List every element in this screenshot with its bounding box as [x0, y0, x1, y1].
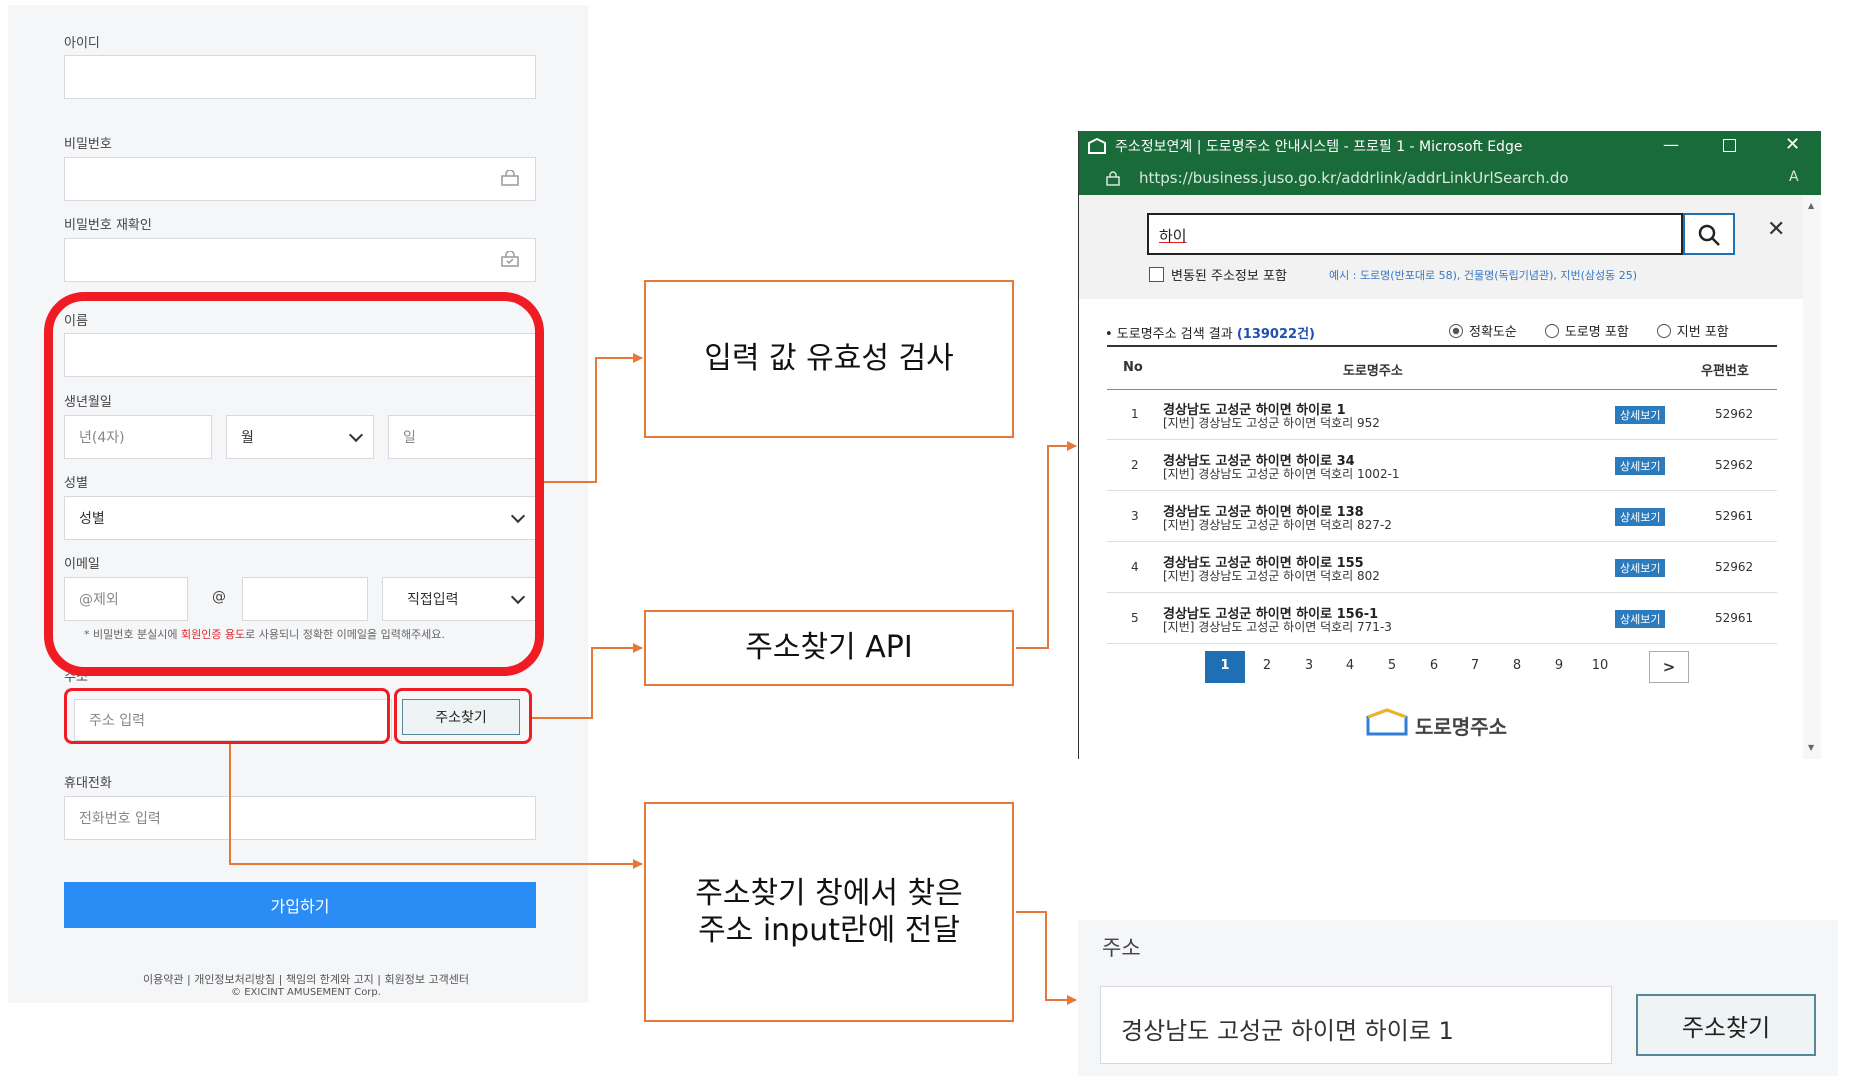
page-3[interactable]: 3: [1289, 658, 1329, 673]
detail-button[interactable]: 상세보기: [1615, 406, 1666, 424]
popup-urlbar: https://business.juso.go.kr/addrlink/add…: [1079, 161, 1821, 195]
result-table-header: No 도로명주소 우편번호: [1107, 345, 1777, 390]
arrow-transfer: [229, 744, 643, 869]
search-input-value: 하이: [1159, 227, 1187, 245]
sort-accuracy-option[interactable]: 정확도순: [1449, 321, 1517, 340]
detail-button[interactable]: 상세보기: [1615, 610, 1666, 628]
page-2[interactable]: 2: [1247, 658, 1287, 673]
row-no: 3: [1131, 509, 1139, 523]
col-no: No: [1123, 360, 1143, 375]
table-row[interactable]: 5 경상남도 고성군 하이면 하이로 156-1 [지번] 경상남도 고성군 하…: [1107, 593, 1777, 644]
radio-icon: [1544, 324, 1559, 338]
popup-title: 주소정보연계 | 도로명주소 안내시스템 - 프로필 1 - Microsoft…: [1115, 139, 1523, 155]
table-row[interactable]: 3 경상남도 고성군 하이면 하이로 138 [지번] 경상남도 고성군 하이면…: [1107, 491, 1777, 542]
result-address-search-button[interactable]: 주소찾기: [1636, 994, 1816, 1056]
read-aloud-icon[interactable]: A: [1789, 169, 1799, 185]
page-10[interactable]: 10: [1580, 658, 1620, 673]
row-jibun-address: [지번] 경상남도 고성군 하이면 덕호리 802: [1163, 569, 1380, 583]
row-no: 5: [1131, 611, 1139, 625]
row-zipcode: 52961: [1715, 611, 1754, 625]
arrow-validation: [544, 353, 643, 483]
result-address-input[interactable]: 경상남도 고성군 하이면 하이로 1: [1100, 986, 1612, 1064]
row-no: 1: [1131, 407, 1139, 421]
sort-road-option[interactable]: 도로명 포함: [1544, 321, 1629, 340]
result-heading: • 도로명주소 검색 결과 (139022건): [1105, 323, 1315, 342]
include-changed-label: 변동된 주소정보 포함: [1171, 269, 1287, 284]
close-window-icon[interactable]: ✕: [1785, 134, 1800, 155]
page-6[interactable]: 6: [1414, 658, 1454, 673]
row-no: 2: [1131, 458, 1139, 472]
site-logo-icon: [1088, 138, 1106, 154]
lock-icon: [1106, 171, 1120, 186]
sort-jibun-option[interactable]: 지번 포함: [1656, 321, 1729, 340]
road-address-logo-text: 도로명주소: [1415, 715, 1507, 739]
row-jibun-address: [지번] 경상남도 고성군 하이면 덕호리 1002-1: [1163, 467, 1400, 481]
include-changed-checkbox[interactable]: [1149, 267, 1164, 282]
page-9[interactable]: 9: [1539, 658, 1579, 673]
popup-url[interactable]: https://business.juso.go.kr/addrlink/add…: [1139, 169, 1569, 187]
page-8[interactable]: 8: [1497, 658, 1537, 673]
page-5[interactable]: 5: [1372, 658, 1412, 673]
row-zipcode: 52962: [1715, 407, 1754, 421]
row-jibun-address: [지번] 경상남도 고성군 하이면 덕호리 827-2: [1163, 518, 1392, 532]
sort-jibun-label: 지번 포함: [1676, 325, 1729, 340]
table-row[interactable]: 4 경상남도 고성군 하이면 하이로 155 [지번] 경상남도 고성군 하이면…: [1107, 542, 1777, 593]
arrow-to-result: [1016, 911, 1077, 1005]
address-result-panel: 주소 경상남도 고성군 하이면 하이로 1 주소찾기: [1078, 920, 1838, 1076]
col-zipcode: 우편번호: [1701, 364, 1749, 379]
minimize-icon[interactable]: —: [1663, 135, 1679, 154]
sort-options: 정확도순 도로명 포함 지번 포함: [1449, 321, 1729, 340]
row-jibun-address: [지번] 경상남도 고성군 하이면 덕호리 771-3: [1163, 620, 1392, 634]
next-page-button[interactable]: >: [1649, 651, 1689, 683]
result-title: • 도로명주소 검색 결과: [1105, 327, 1233, 342]
maximize-icon[interactable]: [1723, 139, 1736, 152]
table-row[interactable]: 1 경상남도 고성군 하이면 하이로 1 [지번] 경상남도 고성군 하이면 덕…: [1107, 389, 1777, 440]
table-row[interactable]: 2 경상남도 고성군 하이면 하이로 34 [지번] 경상남도 고성군 하이면 …: [1107, 440, 1777, 491]
scroll-down-icon[interactable]: ▼: [1808, 743, 1814, 752]
arrow-to-popup: [1016, 441, 1077, 649]
search-button[interactable]: [1683, 213, 1735, 255]
page-7[interactable]: 7: [1455, 658, 1495, 673]
row-zipcode: 52962: [1715, 458, 1754, 472]
row-zipcode: 52962: [1715, 560, 1754, 574]
detail-button[interactable]: 상세보기: [1615, 457, 1666, 475]
popup-titlebar: 주소정보연계 | 도로명주소 안내시스템 - 프로필 1 - Microsoft…: [1079, 131, 1821, 161]
page-4[interactable]: 4: [1330, 658, 1370, 673]
search-input[interactable]: 하이: [1147, 213, 1683, 255]
row-jibun-address: [지번] 경상남도 고성군 하이면 덕호리 952: [1163, 416, 1380, 430]
popup-scrollbar[interactable]: ▲ ▼: [1803, 195, 1821, 759]
search-icon: [1698, 224, 1720, 246]
scroll-up-icon[interactable]: ▲: [1808, 201, 1814, 210]
road-address-logo-icon: [1366, 708, 1408, 736]
sort-accuracy-label: 정확도순: [1469, 325, 1517, 340]
detail-button[interactable]: 상세보기: [1615, 508, 1666, 526]
arrow-api: [532, 643, 643, 719]
col-road-address: 도로명주소: [1343, 364, 1403, 379]
clear-search-icon[interactable]: ✕: [1767, 217, 1785, 242]
detail-button[interactable]: 상세보기: [1615, 559, 1666, 577]
row-no: 4: [1131, 560, 1139, 574]
search-example: 예시 : 도로명(반포대로 58), 건물명(독립기념관), 지번(삼성동 25…: [1329, 269, 1638, 282]
address-search-popup: 주소정보연계 | 도로명주소 안내시스템 - 프로필 1 - Microsoft…: [1078, 131, 1821, 759]
search-area: 하이 ✕ 변동된 주소정보 포함 예시 : 도로명(반포대로 58), 건물명(…: [1079, 195, 1803, 299]
row-zipcode: 52961: [1715, 509, 1754, 523]
radio-selected-icon: [1449, 324, 1463, 338]
radio-icon: [1656, 324, 1671, 338]
result-count: (139022건): [1236, 327, 1315, 342]
sort-road-label: 도로명 포함: [1564, 325, 1629, 340]
result-address-label: 주소: [1102, 936, 1141, 960]
page-1[interactable]: 1: [1205, 658, 1245, 673]
